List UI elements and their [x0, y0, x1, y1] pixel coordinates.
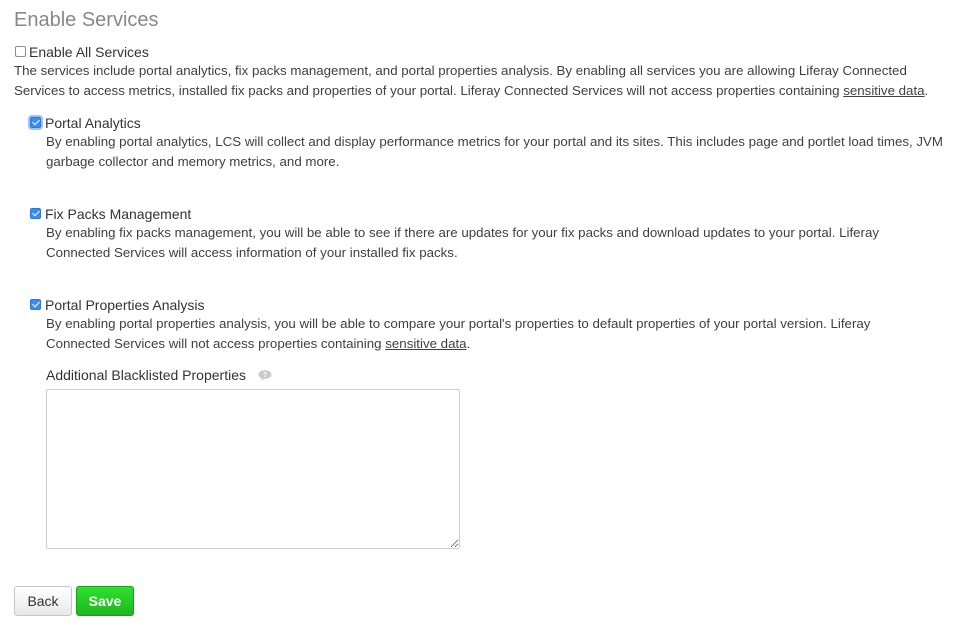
speech-bubble-help-icon[interactable]: ? [258, 366, 272, 381]
enable-all-services-label[interactable]: Enable All Services [29, 42, 149, 62]
portal-properties-description-end: . [466, 336, 471, 351]
portal-properties-analysis-description: By enabling portal properties analysis, … [46, 314, 906, 354]
portal-properties-analysis-label[interactable]: Portal Properties Analysis [45, 295, 205, 315]
back-button[interactable]: Back [14, 586, 72, 616]
save-button[interactable]: Save [76, 586, 134, 616]
fix-packs-management-checkbox[interactable] [30, 208, 41, 219]
blacklisted-properties-label: Additional Blacklisted Properties [46, 367, 246, 383]
sensitive-data-link[interactable]: sensitive data [385, 336, 466, 351]
sensitive-data-link[interactable]: sensitive data [843, 83, 924, 98]
fix-packs-management-description: By enabling fix packs management, you wi… [46, 225, 880, 260]
portal-analytics-checkbox[interactable] [30, 117, 41, 128]
enable-all-description-text: The services include portal analytics, f… [14, 63, 907, 98]
portal-analytics-description: By enabling portal analytics, LCS will c… [46, 134, 943, 169]
page-title: Enable Services [14, 9, 159, 31]
portal-analytics-label[interactable]: Portal Analytics [45, 113, 141, 133]
enable-all-services-checkbox[interactable] [15, 46, 26, 57]
svg-text:?: ? [263, 372, 267, 379]
fix-packs-management-label[interactable]: Fix Packs Management [45, 204, 191, 224]
blacklisted-properties-textarea[interactable] [46, 389, 460, 549]
enable-all-services-description: The services include portal analytics, f… [14, 61, 954, 101]
enable-all-description-end: . [924, 83, 929, 98]
portal-properties-analysis-checkbox[interactable] [30, 299, 41, 310]
